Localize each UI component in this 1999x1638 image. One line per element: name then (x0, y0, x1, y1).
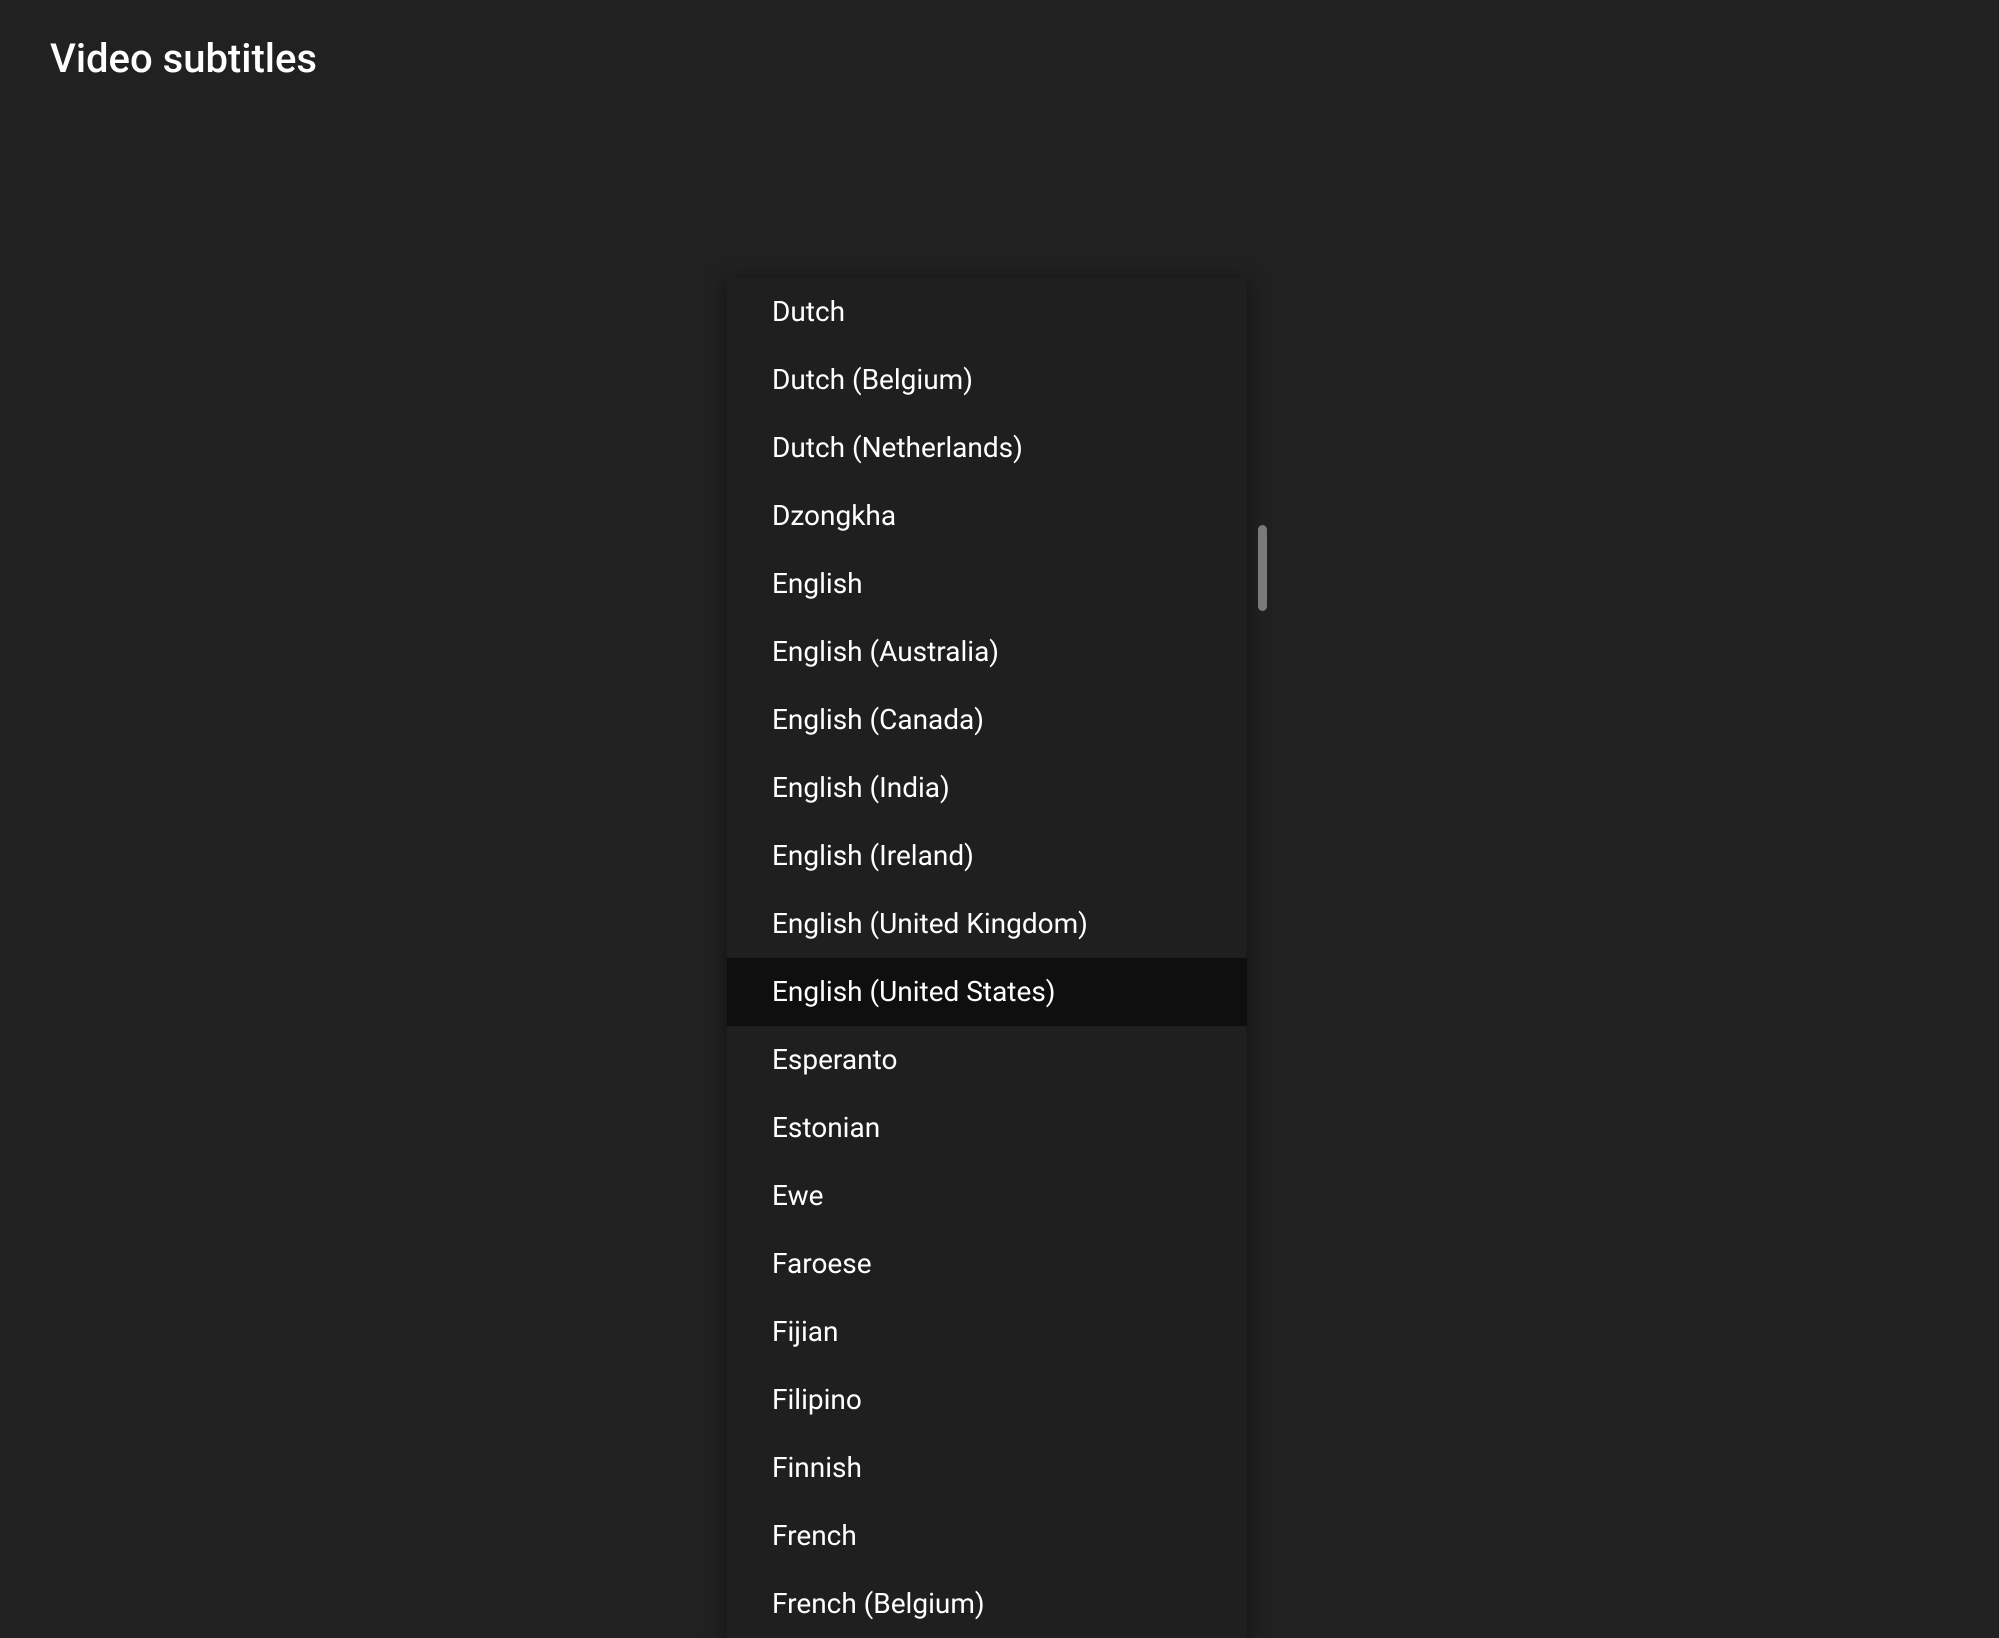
page-title: Video subtitles (50, 35, 1949, 82)
scrollbar-track[interactable] (1258, 278, 1267, 1638)
language-option[interactable]: Esperanto (727, 1026, 1247, 1094)
page-header: Video subtitles (0, 0, 1999, 117)
language-option[interactable]: Dzongkha (727, 482, 1247, 550)
language-option[interactable]: French (Belgium) (727, 1570, 1247, 1638)
language-option[interactable]: Dutch (Netherlands) (727, 414, 1247, 482)
language-option[interactable]: English (United Kingdom) (727, 890, 1247, 958)
scrollbar-thumb[interactable] (1258, 525, 1267, 611)
language-list: DutchDutch (Belgium)Dutch (Netherlands)D… (727, 278, 1247, 1638)
language-option[interactable]: English (Ireland) (727, 822, 1247, 890)
language-option[interactable]: English (Australia) (727, 618, 1247, 686)
language-option[interactable]: English (727, 550, 1247, 618)
language-option[interactable]: Dutch (727, 278, 1247, 346)
language-option[interactable]: Finnish (727, 1434, 1247, 1502)
language-option[interactable]: Fijian (727, 1298, 1247, 1366)
language-option[interactable]: Filipino (727, 1366, 1247, 1434)
language-dropdown: DutchDutch (Belgium)Dutch (Netherlands)D… (727, 278, 1247, 1638)
language-option[interactable]: English (United States) (727, 958, 1247, 1026)
language-option[interactable]: Estonian (727, 1094, 1247, 1162)
language-option[interactable]: French (727, 1502, 1247, 1570)
language-option[interactable]: Faroese (727, 1230, 1247, 1298)
language-option[interactable]: Ewe (727, 1162, 1247, 1230)
language-option[interactable]: English (Canada) (727, 686, 1247, 754)
language-option[interactable]: English (India) (727, 754, 1247, 822)
language-option[interactable]: Dutch (Belgium) (727, 346, 1247, 414)
